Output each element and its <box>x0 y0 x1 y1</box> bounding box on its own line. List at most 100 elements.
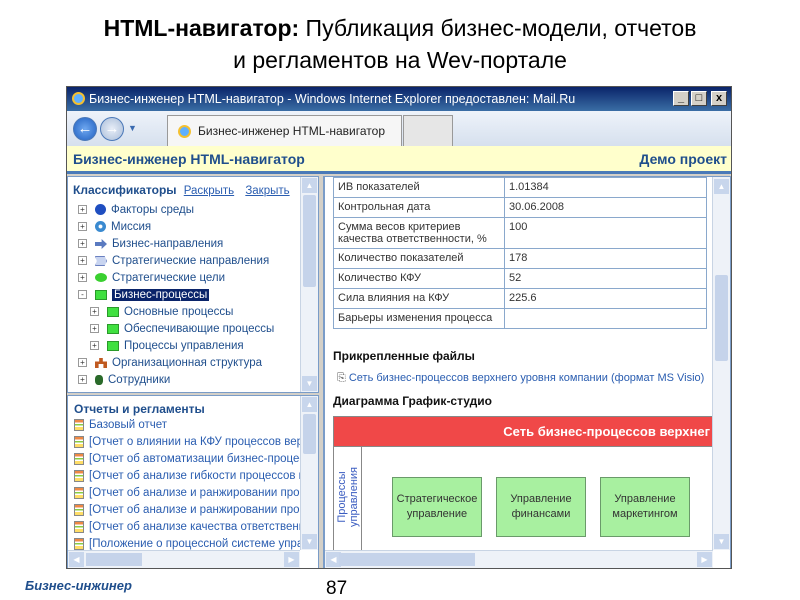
tree-item-label: Процессы управления <box>124 340 244 352</box>
window-titlebar: Бизнес-инженер HTML-навигатор - Windows … <box>67 87 731 111</box>
table-row: Сила влияния на КФУ 225.6 <box>333 288 707 309</box>
report-item[interactable]: [Отчет об анализе и ранжировании проце <box>74 502 312 519</box>
document-icon <box>74 503 84 516</box>
report-item[interactable]: [Отчет об анализе гибкости процессов ве <box>74 468 311 485</box>
properties-table: ИВ показателей 1.01384 Контрольная дата 30.… <box>333 177 707 329</box>
app-title: Бизнес-инженер HTML-навигатор <box>73 151 305 167</box>
browser-window: Бизнес-инженер HTML-навигатор - Windows … <box>66 86 732 569</box>
maximize-button[interactable]: □ <box>691 91 707 106</box>
tree-item[interactable]: + Миссия <box>78 219 151 236</box>
new-tab-button[interactable] <box>403 115 453 146</box>
property-name: Количество показателей <box>333 248 505 269</box>
tree-item-label: Бизнес-процессы <box>112 289 210 301</box>
property-value: 30.06.2008 <box>504 197 707 218</box>
report-label: [Отчет о влиянии на КФУ процессов вер <box>89 436 304 448</box>
report-label: [Отчет об анализе качества ответственно <box>89 521 312 533</box>
paperclip-icon: ⎘ <box>337 372 349 384</box>
process-box[interactable]: Управление финансами <box>496 477 586 537</box>
tab-label: Бизнес-инженер HTML-навигатор <box>198 124 385 138</box>
attached-files-heading: Прикрепленные файлы <box>333 349 475 363</box>
report-item[interactable]: [Отчет об анализе и ранжировании проце <box>74 485 312 502</box>
tree-item[interactable]: + Стратегические цели <box>78 270 225 287</box>
browser-toolbar: ← → ▼ Бизнес-инженер HTML-навигатор <box>67 111 731 146</box>
factor-icon <box>95 204 106 216</box>
document-icon <box>74 435 84 448</box>
tree-item-label: Основные процессы <box>124 306 234 318</box>
process-box[interactable]: Стратегическое управление <box>392 477 482 537</box>
title-line2: и регламентов на Wev-портале <box>233 47 567 73</box>
history-dropdown-icon[interactable]: ▼ <box>128 123 137 133</box>
reports-vscrollbar[interactable]: ▲ ▼ <box>300 396 318 550</box>
property-name: Сумма весов критериев качества ответстве… <box>333 217 505 249</box>
report-item[interactable]: [Отчет об автоматизации бизнес-процесс <box>74 451 311 468</box>
expand-toggle-icon[interactable]: + <box>78 375 87 385</box>
minimize-button[interactable]: _ <box>673 91 689 106</box>
mission-icon <box>95 221 106 233</box>
attached-file-name: Сеть бизнес-процессов верхнего уровня ко… <box>348 372 705 384</box>
expand-toggle-icon[interactable]: + <box>78 205 87 215</box>
property-value: 100 <box>504 217 707 249</box>
tree-item[interactable]: + Бизнес-направления <box>78 236 223 253</box>
expand-toggle-icon[interactable]: + <box>78 222 87 232</box>
report-item[interactable]: [Отчет об анализе качества ответственно <box>74 519 312 536</box>
expand-toggle-icon[interactable]: + <box>90 324 99 334</box>
back-button[interactable]: ← <box>73 117 97 141</box>
tree-item-label: Миссия <box>111 221 152 233</box>
report-label: [Отчет об анализе гибкости процессов ве <box>89 470 312 482</box>
arrow-icon <box>95 238 107 249</box>
details-hscrollbar[interactable]: ◀ ▶ <box>325 550 713 568</box>
expand-toggle-icon[interactable]: + <box>90 307 99 317</box>
property-value: 225.6 <box>504 288 707 309</box>
table-row: Барьеры изменения процесса <box>333 308 707 329</box>
diagram-banner: Сеть бизнес-процессов верхнег <box>334 416 713 447</box>
expand-all-link[interactable]: Раскрыть <box>184 185 234 197</box>
slide-title: HTML-навигатор: Публикация бизнес-модели… <box>0 12 800 76</box>
tree-item[interactable]: + Основные процессы <box>90 304 233 321</box>
report-item[interactable]: [Отчет о влиянии на КФУ процессов вер <box>74 434 303 451</box>
footer-company: Бизнес-инжинер <box>25 578 132 593</box>
expand-toggle-icon[interactable]: + <box>90 341 99 351</box>
collapse-toggle-icon[interactable]: - <box>78 290 87 300</box>
expand-toggle-icon[interactable]: + <box>78 256 87 266</box>
expand-toggle-icon[interactable]: + <box>78 358 87 368</box>
process-icon <box>107 306 119 317</box>
strategy-direction-icon <box>95 255 107 266</box>
forward-button[interactable]: → <box>100 117 124 141</box>
title-bold: HTML-навигатор: <box>103 15 300 41</box>
employee-icon <box>95 374 103 385</box>
tree-item[interactable]: + Факторы среды <box>78 202 194 219</box>
ie-icon <box>72 92 85 105</box>
swimlane-label-cell: Процессы управления <box>334 447 362 556</box>
expand-toggle-icon[interactable]: + <box>78 273 87 283</box>
attached-file-link[interactable]: ⎘ Сеть бизнес-процессов верхнего уровня … <box>337 372 704 385</box>
tree-item[interactable]: + Процессы управления <box>90 338 244 355</box>
tree-item-label: Стратегические направления <box>112 255 270 267</box>
report-label: [Отчет об анализе и ранжировании проце <box>89 487 313 499</box>
browser-tab[interactable]: Бизнес-инженер HTML-навигатор <box>167 115 402 146</box>
process-box[interactable]: Управление маркетингом <box>600 477 690 537</box>
document-icon <box>74 537 84 550</box>
table-row: Количество КФУ 52 <box>333 268 707 289</box>
tree-item-label: Стратегические цели <box>112 272 226 284</box>
collapse-all-link[interactable]: Закрыть <box>245 185 289 197</box>
tree-scrollbar[interactable]: ▲ ▼ <box>300 177 318 392</box>
tree-item[interactable]: - Бизнес-процессы <box>78 287 210 304</box>
document-icon <box>74 520 84 533</box>
reports-heading: Отчеты и регламенты <box>74 402 205 416</box>
report-item[interactable]: Базовый отчет <box>74 417 167 434</box>
tree-item-label: Организационная структура <box>112 357 263 369</box>
details-vscrollbar[interactable]: ▲ ▼ <box>712 177 730 550</box>
close-button[interactable]: x <box>711 91 727 106</box>
expand-toggle-icon[interactable]: + <box>78 239 87 249</box>
org-structure-icon <box>95 357 107 368</box>
reports-hscrollbar[interactable]: ◀ ▶ <box>68 550 300 568</box>
goal-icon <box>95 273 107 283</box>
classifier-tree-pane: Классификаторы Раскрыть Закрыть + Факторы… <box>67 176 319 393</box>
property-name: ИВ показателей <box>333 177 505 198</box>
tree-item[interactable]: + Сотрудники <box>78 372 170 389</box>
tree-item[interactable]: + Обеспечивающие процессы <box>90 321 274 338</box>
reports-pane: Отчеты и регламенты Базовый отчет [Отчет … <box>67 395 319 568</box>
tree-item[interactable]: + Стратегические направления <box>78 253 269 270</box>
app-header: Бизнес-инженер HTML-навигатор Демо проек… <box>67 146 731 174</box>
tree-item[interactable]: + Организационная структура <box>78 355 262 372</box>
